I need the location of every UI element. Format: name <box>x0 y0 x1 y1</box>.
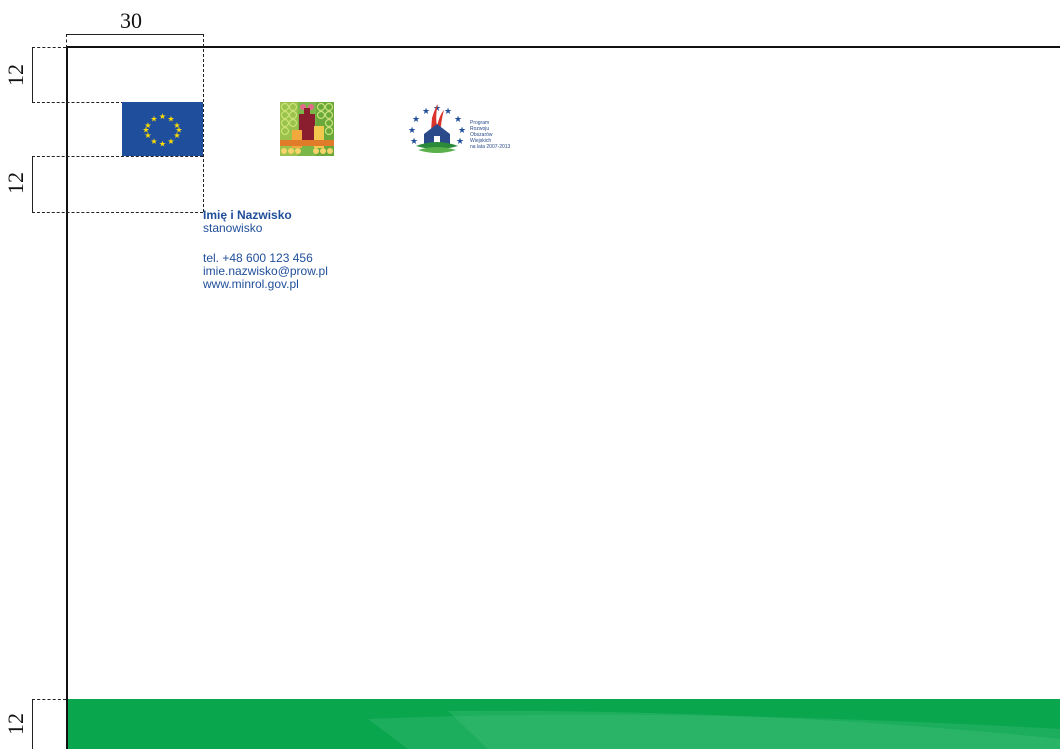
svg-text:★: ★ <box>456 137 464 147</box>
prow-logo-text: Program Rozwoju Obszarów Wiejskich na la… <box>470 120 510 150</box>
dimension-top-margin-label: 12 <box>3 64 28 86</box>
dimension-guide <box>32 212 203 213</box>
dimension-mid-margin-label: 12 <box>3 172 28 194</box>
dimension-line <box>32 699 33 749</box>
svg-text:★: ★ <box>412 115 420 125</box>
svg-text:★: ★ <box>410 137 418 147</box>
dimension-guide <box>32 156 203 157</box>
page-left-edge <box>66 46 68 749</box>
svg-text:★: ★ <box>159 112 166 121</box>
svg-text:★: ★ <box>454 115 462 125</box>
contact-role: stanowisko <box>203 221 263 235</box>
prow-text-line: na lata 2007-2013 <box>470 144 511 150</box>
dimension-line <box>32 47 33 102</box>
dimension-guide <box>32 47 66 48</box>
dimension-bottom-margin-label: 12 <box>3 713 28 735</box>
contact-block: Imię i Nazwisko stanowisko tel. +48 600 … <box>203 209 328 291</box>
dimension-line <box>32 156 33 212</box>
svg-text:★: ★ <box>159 140 166 149</box>
dimension-guide <box>203 34 204 212</box>
dimension-guide <box>32 699 66 700</box>
dimension-guide <box>66 34 67 48</box>
contact-website: www.minrol.gov.pl <box>203 277 299 291</box>
svg-text:★: ★ <box>167 137 174 146</box>
svg-text:★: ★ <box>422 107 430 117</box>
svg-text:★: ★ <box>458 126 466 136</box>
footer-band <box>68 699 1060 749</box>
dimension-width-label: 30 <box>120 8 142 33</box>
svg-text:★: ★ <box>150 115 157 124</box>
svg-text:★: ★ <box>408 126 416 136</box>
dimension-width-line <box>66 34 203 35</box>
leader-logo-icon <box>280 102 334 156</box>
page-top-edge <box>66 46 1060 48</box>
svg-text:★: ★ <box>444 107 452 117</box>
eu-flag-icon: ★ ★ ★ ★ ★ ★ ★ ★ ★ ★ ★ ★ <box>122 102 203 156</box>
